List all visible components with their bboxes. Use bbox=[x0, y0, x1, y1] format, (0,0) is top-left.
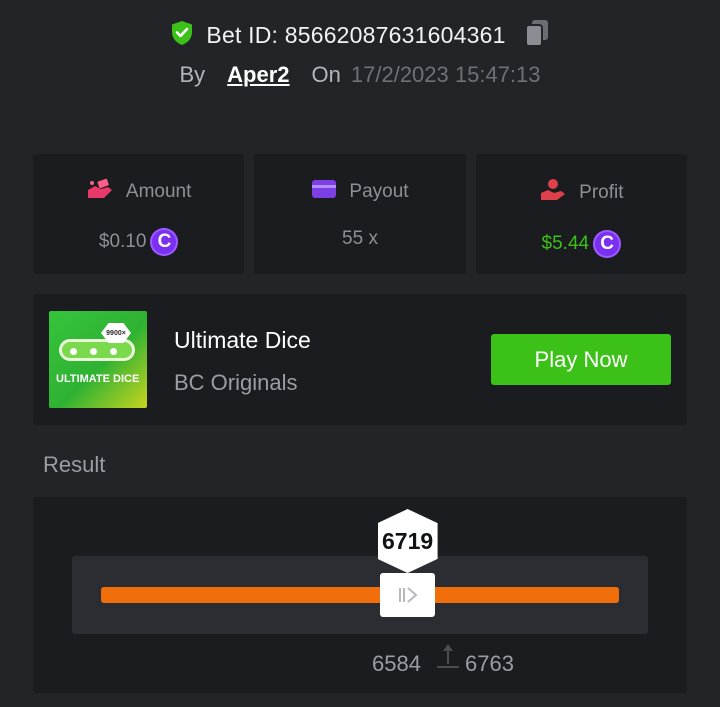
payout-value: 55 x bbox=[342, 228, 378, 249]
copy-icon[interactable] bbox=[524, 18, 550, 53]
game-name: Ultimate Dice bbox=[174, 327, 311, 353]
range-high-value: 6763 bbox=[465, 651, 514, 676]
verified-shield-icon bbox=[170, 20, 194, 51]
result-heading: Result bbox=[43, 452, 106, 477]
bet-details-page: Bet ID: 85662087631604361 By Aper2 On 17… bbox=[0, 0, 720, 707]
bet-timestamp: 17/2/2023 15:47:13 bbox=[350, 62, 541, 87]
username-link[interactable]: Aper2 bbox=[227, 62, 289, 88]
on-label: On bbox=[311, 62, 341, 87]
bet-id-text: Bet ID: 85662087631604361 bbox=[206, 22, 506, 48]
profit-hand-icon bbox=[539, 178, 567, 208]
thumbnail-title: ULTIMATE DICE bbox=[56, 373, 140, 385]
result-value: 6719 bbox=[382, 527, 434, 554]
bet-stats: Amount $0.10 C Payout 55 x Profit $5.44 … bbox=[33, 154, 687, 274]
money-hand-icon bbox=[86, 178, 114, 206]
result-track bbox=[72, 556, 648, 634]
payout-label: Payout bbox=[349, 181, 409, 202]
payout-card: Payout 55 x bbox=[254, 154, 466, 274]
by-label: By bbox=[179, 62, 206, 87]
result-range-bar bbox=[101, 587, 619, 603]
author-row: By Aper2 On 17/2/2023 15:47:13 bbox=[0, 62, 720, 88]
result-slider-handle bbox=[380, 573, 436, 617]
range-separator-icon bbox=[437, 642, 459, 677]
game-provider: BC Originals bbox=[174, 370, 298, 395]
amount-card: Amount $0.10 C bbox=[33, 154, 245, 274]
bc-coin-icon: C bbox=[150, 228, 179, 256]
result-panel: 6719 6584 6763 bbox=[33, 497, 687, 693]
slider-grip-icon bbox=[398, 587, 418, 603]
bet-id-row: Bet ID: 85662087631604361 bbox=[0, 18, 720, 53]
amount-value: $0.10 bbox=[98, 231, 147, 252]
card-icon bbox=[311, 178, 337, 206]
profit-card: Profit $5.44 C bbox=[475, 154, 687, 274]
range-low-value: 6584 bbox=[372, 651, 421, 676]
profit-value: $5.44 bbox=[541, 233, 590, 254]
game-card: 9900× ULTIMATE DICE Ultimate Dice BC Ori… bbox=[33, 294, 687, 425]
bc-coin-icon: C bbox=[593, 230, 622, 258]
play-now-button[interactable]: Play Now bbox=[491, 334, 671, 385]
game-thumbnail[interactable]: 9900× ULTIMATE DICE bbox=[49, 311, 147, 408]
profit-label: Profit bbox=[579, 182, 624, 203]
amount-label: Amount bbox=[125, 181, 192, 202]
